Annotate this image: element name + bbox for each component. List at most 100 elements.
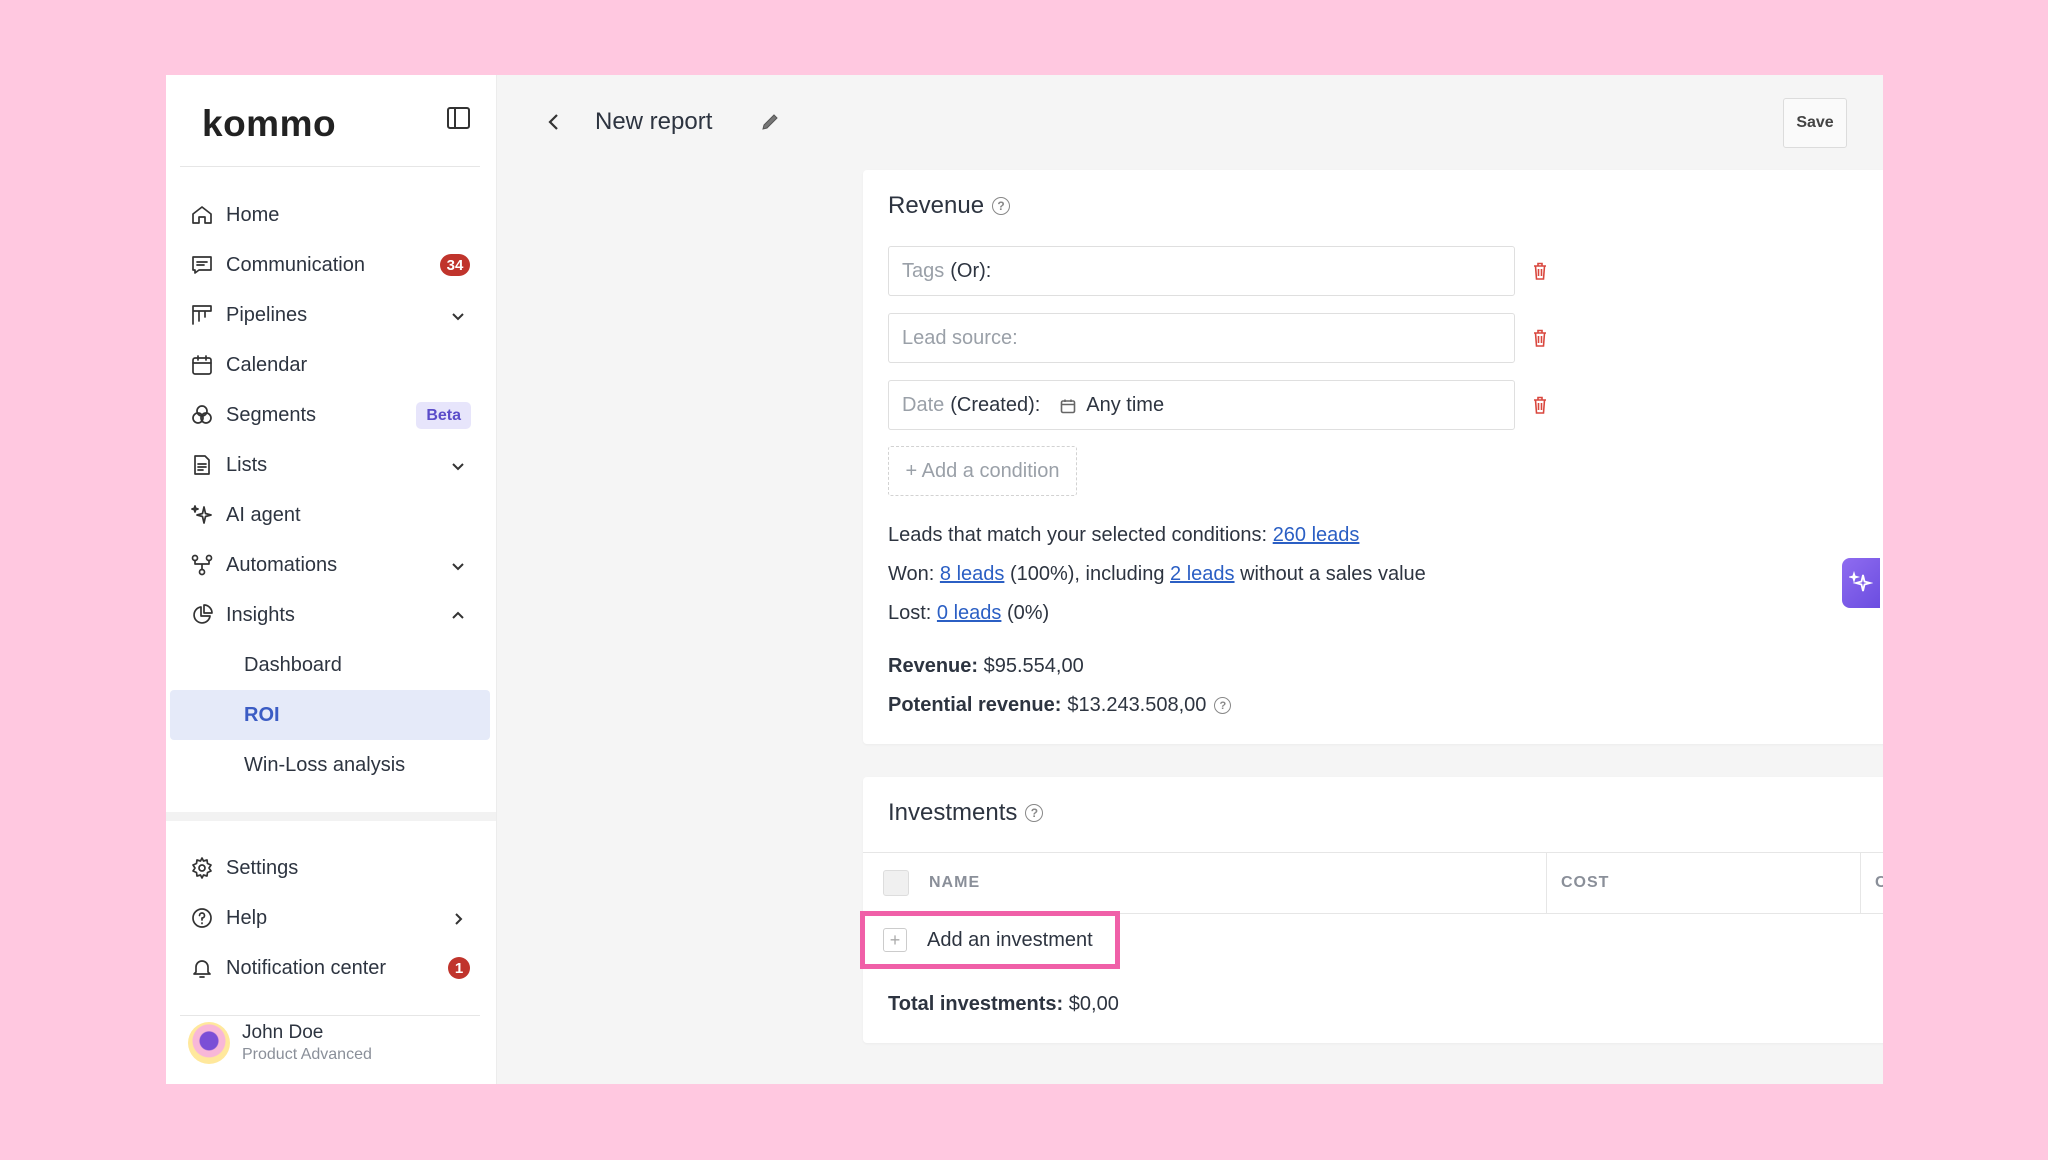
sidebar-item-settings[interactable]: Settings <box>166 843 496 893</box>
stat-text: without a sales value <box>1240 563 1426 585</box>
add-condition-button[interactable]: + Add a condition <box>888 446 1077 496</box>
sidebar-item-automations[interactable]: Automations <box>166 540 496 590</box>
sparkle-icon <box>1849 571 1873 592</box>
calendar-icon <box>190 353 214 377</box>
chat-icon <box>190 253 214 277</box>
sidebar-item-calendar[interactable]: Calendar <box>166 340 496 390</box>
potential-revenue: Potential revenue: $13.243.508,00 ? <box>888 694 1232 717</box>
plus-icon: + <box>883 928 907 952</box>
sidebar-subitem-win-loss[interactable]: Win-Loss analysis <box>166 740 496 790</box>
chevron-right-icon[interactable] <box>450 910 466 926</box>
lost-leads-link[interactable]: 0 leads <box>937 602 1002 624</box>
lost-leads-summary: Lost: 0 leads (0%) <box>888 602 1049 625</box>
sidebar-item-label: Calendar <box>226 353 308 376</box>
sidebar-item-label: AI agent <box>226 503 301 526</box>
matching-leads-link[interactable]: 260 leads <box>1273 524 1360 546</box>
pipeline-icon <box>190 303 214 327</box>
date-range-value: Any time <box>1086 393 1165 416</box>
revenue-total: Revenue: $95.554,00 <box>888 655 1084 678</box>
ai-assistant-button[interactable] <box>1842 558 1880 608</box>
main-content: New report Save Revenue ? Tags (Or): Lea… <box>497 75 1883 1084</box>
select-all-checkbox[interactable] <box>883 870 909 896</box>
investments-card: Investments ? NAME COST COST TYPE + Add … <box>860 777 1883 1043</box>
stat-text: Leads that match your selected condition… <box>888 524 1268 546</box>
stat-text: (0%) <box>1006 602 1050 624</box>
help-icon[interactable]: ? <box>1025 804 1044 822</box>
sidebar-item-pipelines[interactable]: Pipelines <box>166 290 496 340</box>
avatar <box>188 1022 230 1064</box>
sidebar: kommo Home Communication 34 Pipelines Ca… <box>166 75 497 1084</box>
back-arrow-icon[interactable] <box>543 111 565 133</box>
chevron-down-icon[interactable] <box>450 557 466 573</box>
date-condition-field[interactable]: Date (Created): Any time <box>888 380 1515 430</box>
investments-title: Investments ? <box>888 799 1044 827</box>
app-window: kommo Home Communication 34 Pipelines Ca… <box>166 75 1883 1084</box>
date-range-selector[interactable]: Any time <box>1060 394 1164 417</box>
trash-icon[interactable] <box>1532 395 1548 415</box>
sidebar-toggle-icon[interactable] <box>447 107 470 129</box>
condition-label: Date <box>902 393 945 416</box>
chevron-down-icon[interactable] <box>450 307 466 323</box>
sidebar-item-notification-center[interactable]: Notification center 1 <box>166 943 496 993</box>
topbar: New report Save <box>497 75 1883 170</box>
no-value-leads-link[interactable]: 2 leads <box>1170 563 1235 585</box>
total-investments-value: $0,00 <box>1068 993 1119 1015</box>
chevron-up-icon[interactable] <box>450 607 466 623</box>
won-leads-link[interactable]: 8 leads <box>940 563 1005 585</box>
sidebar-subitem-dashboard[interactable]: Dashboard <box>166 640 496 690</box>
sidebar-item-communication[interactable]: Communication 34 <box>166 240 496 290</box>
stat-text: Lost: <box>888 602 932 624</box>
sidebar-item-label: Lists <box>226 453 268 476</box>
document-icon <box>190 453 214 477</box>
pencil-icon[interactable] <box>759 111 781 133</box>
revenue-title: Revenue ? <box>888 192 1011 220</box>
total-investments: Total investments: $0,00 <box>888 993 1119 1016</box>
sidebar-item-home[interactable]: Home <box>166 190 496 240</box>
profile-plan: Product Advanced <box>242 1046 372 1063</box>
profile-text: John Doe Product Advanced <box>242 1022 372 1064</box>
lead-source-condition-field[interactable]: Lead source: <box>888 313 1515 363</box>
add-investment-button[interactable]: + Add an investment <box>860 911 1120 969</box>
trash-icon[interactable] <box>1532 261 1548 281</box>
help-circle-icon <box>190 906 214 930</box>
sidebar-item-insights[interactable]: Insights <box>166 590 496 640</box>
total-investments-label: Total investments: <box>888 993 1064 1015</box>
won-leads-summary: Won: 8 leads (100%), including 2 leads w… <box>888 563 1426 586</box>
unread-count-badge: 34 <box>440 254 470 276</box>
matching-leads-summary: Leads that match your selected condition… <box>888 524 1359 547</box>
help-icon[interactable]: ? <box>1214 697 1232 714</box>
profile-name: John Doe <box>242 1022 324 1043</box>
sidebar-divider <box>166 812 496 821</box>
sidebar-subitem-roi[interactable]: ROI <box>170 690 490 740</box>
sidebar-item-label: Notification center <box>226 956 387 979</box>
bottom-nav: Settings Help Notification center 1 <box>166 843 496 993</box>
sidebar-item-lists[interactable]: Lists <box>166 440 496 490</box>
condition-label: Lead source: <box>902 326 1018 349</box>
sidebar-item-ai-agent[interactable]: AI agent <box>166 490 496 540</box>
sidebar-item-label: Automations <box>226 553 338 576</box>
help-icon[interactable]: ? <box>992 197 1011 215</box>
sidebar-item-label: Settings <box>226 856 299 879</box>
kommo-logo: kommo <box>202 103 337 144</box>
condition-label: Tags <box>902 259 945 282</box>
sidebar-item-label: Help <box>226 906 268 929</box>
column-header-name: NAME <box>863 853 1547 913</box>
sidebar-item-help[interactable]: Help <box>166 893 496 943</box>
calendar-icon <box>1060 397 1076 414</box>
revenue-label: Revenue: <box>888 655 979 677</box>
segments-icon <box>190 403 214 427</box>
chevron-down-icon[interactable] <box>450 457 466 473</box>
beta-badge: Beta <box>416 402 471 429</box>
sidebar-header: kommo <box>180 75 480 167</box>
save-button[interactable]: Save <box>1783 98 1847 148</box>
trash-icon[interactable] <box>1532 328 1548 348</box>
condition-qualifier: (Or): <box>950 259 992 282</box>
column-header-cost: COST <box>1547 853 1861 913</box>
chart-pie-icon <box>190 603 214 627</box>
condition-qualifier: (Created): <box>950 393 1041 416</box>
user-profile[interactable]: John Doe Product Advanced <box>166 1002 496 1084</box>
sidebar-item-label: Insights <box>226 603 295 626</box>
sidebar-item-label: Communication <box>226 253 365 276</box>
sidebar-item-segments[interactable]: Segments Beta <box>166 390 496 440</box>
tags-condition-field[interactable]: Tags (Or): <box>888 246 1515 296</box>
